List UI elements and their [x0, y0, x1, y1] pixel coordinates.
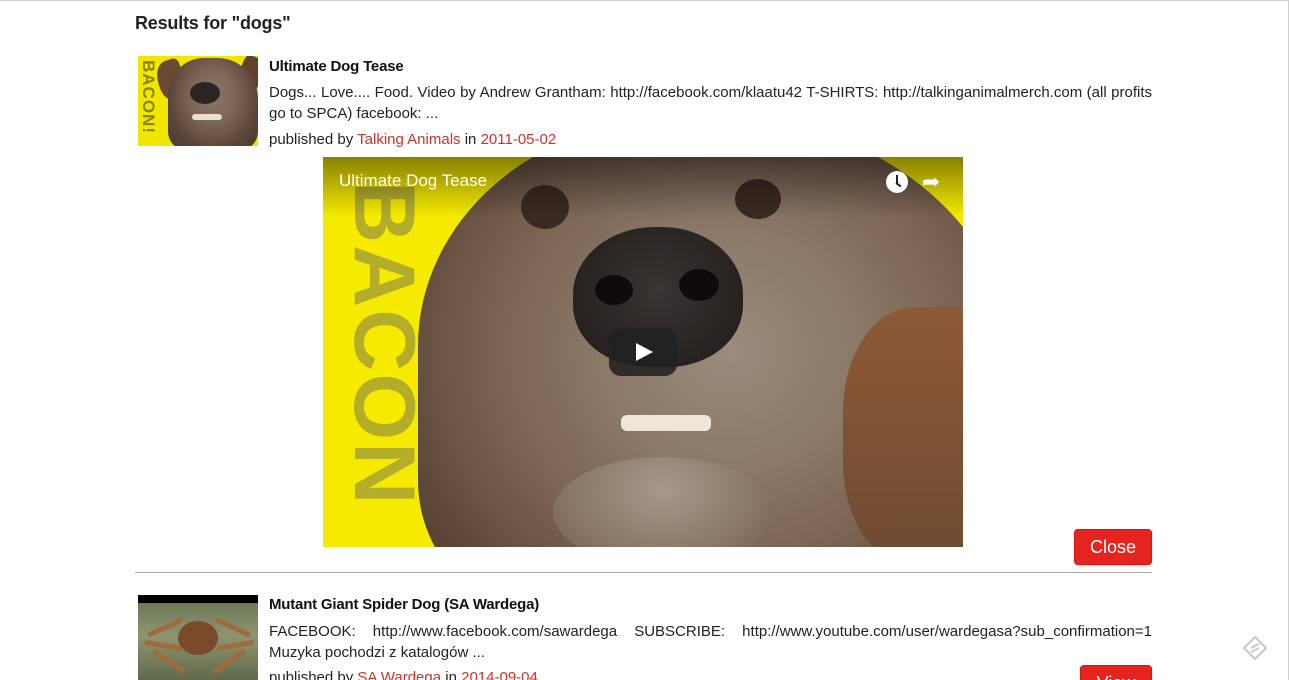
video-thumbnail[interactable] — [138, 595, 258, 680]
channel-link[interactable]: Talking Animals — [357, 131, 460, 148]
channel-link[interactable]: SA Wardega — [357, 669, 441, 680]
published-prefix: published by — [269, 669, 354, 680]
share-icon[interactable]: ➦ — [919, 170, 943, 194]
video-title[interactable]: Ultimate Dog Tease — [269, 58, 404, 75]
video-title[interactable]: Mutant Giant Spider Dog (SA Wardega) — [269, 596, 539, 613]
video-player[interactable]: BACON Ultimate Dog Tease ➦ — [323, 157, 963, 547]
dog-nostril — [679, 269, 719, 301]
dog-mouth — [192, 114, 222, 120]
view-button[interactable]: View — [1080, 665, 1152, 680]
dog-teeth — [621, 415, 711, 431]
dog-shoulder — [843, 307, 963, 547]
spider-dog-body — [178, 621, 218, 655]
close-button[interactable]: Close — [1074, 529, 1152, 565]
video-description: FACEBOOK: http://www.facebook.com/saward… — [269, 623, 1152, 661]
thumbnail-caption: BACON! — [139, 60, 158, 134]
watch-later-icon[interactable] — [886, 171, 908, 193]
in-label: in — [464, 131, 477, 148]
player-title[interactable]: Ultimate Dog Tease — [339, 171, 487, 191]
result-item: Mutant Giant Spider Dog (SA Wardega) FAC… — [135, 594, 1152, 680]
dog-nostril — [595, 275, 633, 305]
date-link[interactable]: 2014-09-04 — [461, 669, 538, 680]
published-prefix: published by — [269, 131, 354, 148]
feedback-icon[interactable] — [1242, 635, 1268, 661]
published-line: published by Talking Animals in 2011-05-… — [269, 131, 556, 148]
player-background-text: BACON — [336, 181, 432, 507]
date-link[interactable]: 2011-05-02 — [481, 131, 557, 148]
play-icon[interactable] — [609, 328, 677, 376]
video-thumbnail[interactable]: BACON! — [138, 56, 258, 146]
published-line: published by SA Wardega in 2014-09-04 — [269, 669, 538, 680]
result-item: BACON! Ultimate Dog Tease Dogs... Love..… — [135, 55, 1152, 573]
video-description: Dogs... Love.... Food. Video by Andrew G… — [269, 84, 1152, 122]
in-label: in — [445, 669, 457, 680]
dog-nose — [190, 82, 220, 104]
results-heading: Results for "dogs" — [135, 13, 291, 33]
